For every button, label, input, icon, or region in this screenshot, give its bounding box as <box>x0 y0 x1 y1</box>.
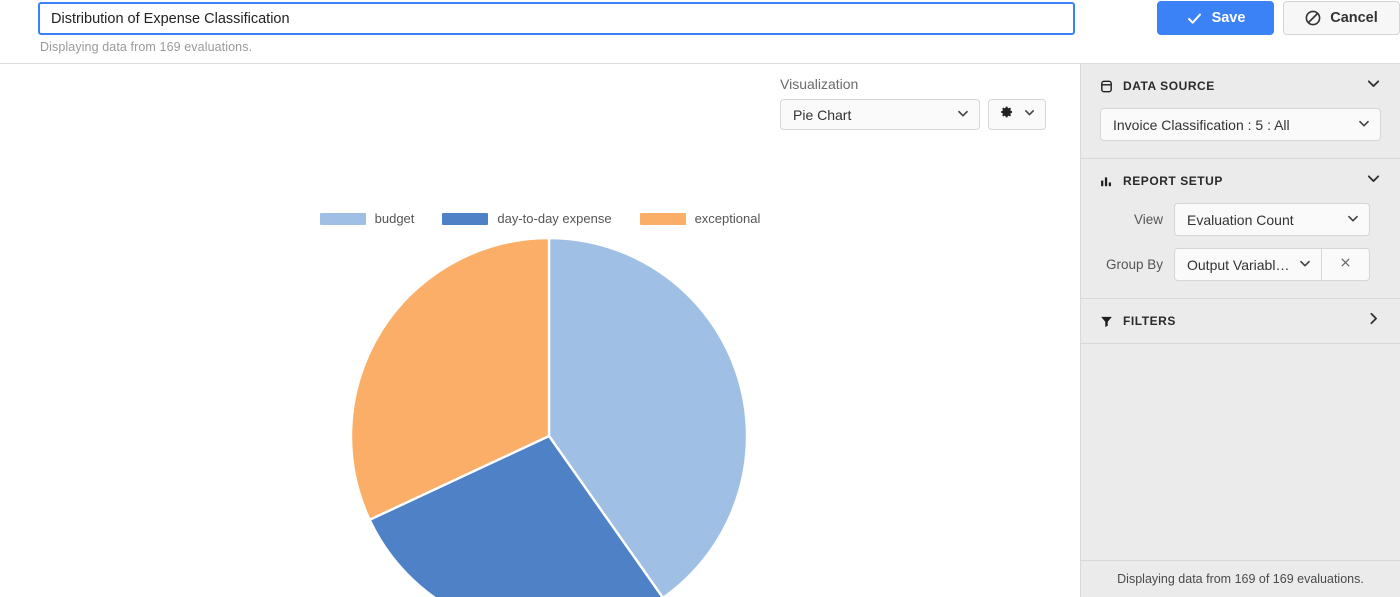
panel-data-source: DATA SOURCE Invoice Classification : 5 :… <box>1081 64 1400 159</box>
header-actions: Save Cancel <box>1157 1 1400 35</box>
chevron-down-icon <box>956 106 970 123</box>
funnel-icon <box>1099 314 1114 329</box>
panel-title-data-source: DATA SOURCE <box>1123 79 1366 93</box>
panel-header-data-source[interactable]: DATA SOURCE <box>1081 64 1400 108</box>
legend-item-day-to-day-expense: day-to-day expense <box>442 211 611 226</box>
settings-sidebar: DATA SOURCE Invoice Classification : 5 :… <box>1080 64 1400 597</box>
close-icon <box>1339 256 1352 273</box>
chart-legend: budget day-to-day expense exceptional <box>0 211 1080 226</box>
view-select[interactable]: Evaluation Count <box>1174 203 1370 236</box>
field-group-by: Group By Output Variabl… <box>1100 248 1381 281</box>
legend-label-exceptional: exceptional <box>695 211 761 226</box>
title-area: Displaying data from 169 evaluations. <box>38 2 1075 54</box>
gear-icon <box>998 104 1014 125</box>
panel-header-report-setup[interactable]: REPORT SETUP <box>1081 159 1400 203</box>
chart-settings-chevron-down-icon <box>1023 106 1036 124</box>
view-value: Evaluation Count <box>1187 212 1294 228</box>
visualization-controls: Visualization Pie Chart <box>780 76 1046 130</box>
group-by-label: Group By <box>1100 257 1174 272</box>
bar-chart-icon <box>1099 174 1114 189</box>
panel-filters: FILTERS <box>1081 299 1400 344</box>
legend-swatch-budget <box>320 213 366 225</box>
editor-body: Visualization Pie Chart <box>0 64 1400 597</box>
view-label: View <box>1100 212 1174 227</box>
save-button[interactable]: Save <box>1157 1 1274 35</box>
cancel-button[interactable]: Cancel <box>1283 1 1400 35</box>
visualization-select-value: Pie Chart <box>793 107 851 123</box>
status-bar: Displaying data from 169 of 169 evaluati… <box>1081 560 1400 597</box>
database-icon <box>1099 79 1114 94</box>
data-source-select-chevron-down-icon <box>1357 116 1371 133</box>
visualization-select[interactable]: Pie Chart <box>780 99 980 130</box>
panel-header-filters[interactable]: FILTERS <box>1081 299 1400 343</box>
group-by-clear-button[interactable] <box>1322 248 1370 281</box>
prohibited-icon <box>1305 10 1321 26</box>
visualization-label: Visualization <box>780 76 1046 92</box>
pie-chart <box>351 238 747 597</box>
data-source-select[interactable]: Invoice Classification : 5 : All <box>1100 108 1381 141</box>
chart-settings-button[interactable] <box>988 99 1046 130</box>
legend-label-budget: budget <box>375 211 415 226</box>
panel-title-report-setup: REPORT SETUP <box>1123 174 1366 188</box>
field-view: View Evaluation Count <box>1100 203 1381 236</box>
panel-report-setup: REPORT SETUP View Evaluation Count <box>1081 159 1400 299</box>
legend-swatch-day-to-day-expense <box>442 213 488 225</box>
report-setup-chevron-down-icon[interactable] <box>1366 171 1381 191</box>
report-title-input[interactable] <box>38 2 1075 35</box>
group-by-select-chevron-down-icon <box>1298 256 1312 273</box>
chart-canvas: Visualization Pie Chart <box>0 64 1080 597</box>
report-editor: Displaying data from 169 evaluations. Sa… <box>0 0 1400 597</box>
header-bar: Displaying data from 169 evaluations. Sa… <box>0 0 1400 64</box>
pie-chart-svg <box>351 238 747 597</box>
group-by-select[interactable]: Output Variabl… <box>1174 248 1322 281</box>
filters-chevron-right-icon[interactable] <box>1366 311 1381 331</box>
report-subtitle: Displaying data from 169 evaluations. <box>38 40 1075 54</box>
sidebar-filler <box>1081 344 1400 560</box>
panel-title-filters: FILTERS <box>1123 314 1366 328</box>
view-select-chevron-down-icon <box>1346 211 1360 228</box>
data-source-chevron-down-icon[interactable] <box>1366 76 1381 96</box>
status-bar-text: Displaying data from 169 of 169 evaluati… <box>1117 572 1364 586</box>
data-source-value: Invoice Classification : 5 : All <box>1113 117 1290 133</box>
panel-body-report-setup: View Evaluation Count Group By <box>1081 203 1400 298</box>
legend-swatch-exceptional <box>640 213 686 225</box>
check-icon <box>1186 10 1203 27</box>
legend-item-exceptional: exceptional <box>640 211 761 226</box>
save-button-label: Save <box>1212 10 1246 26</box>
legend-item-budget: budget <box>320 211 415 226</box>
panel-body-data-source: Invoice Classification : 5 : All <box>1081 108 1400 158</box>
group-by-value: Output Variabl… <box>1187 257 1289 273</box>
legend-label-day-to-day-expense: day-to-day expense <box>497 211 611 226</box>
cancel-button-label: Cancel <box>1330 10 1378 26</box>
